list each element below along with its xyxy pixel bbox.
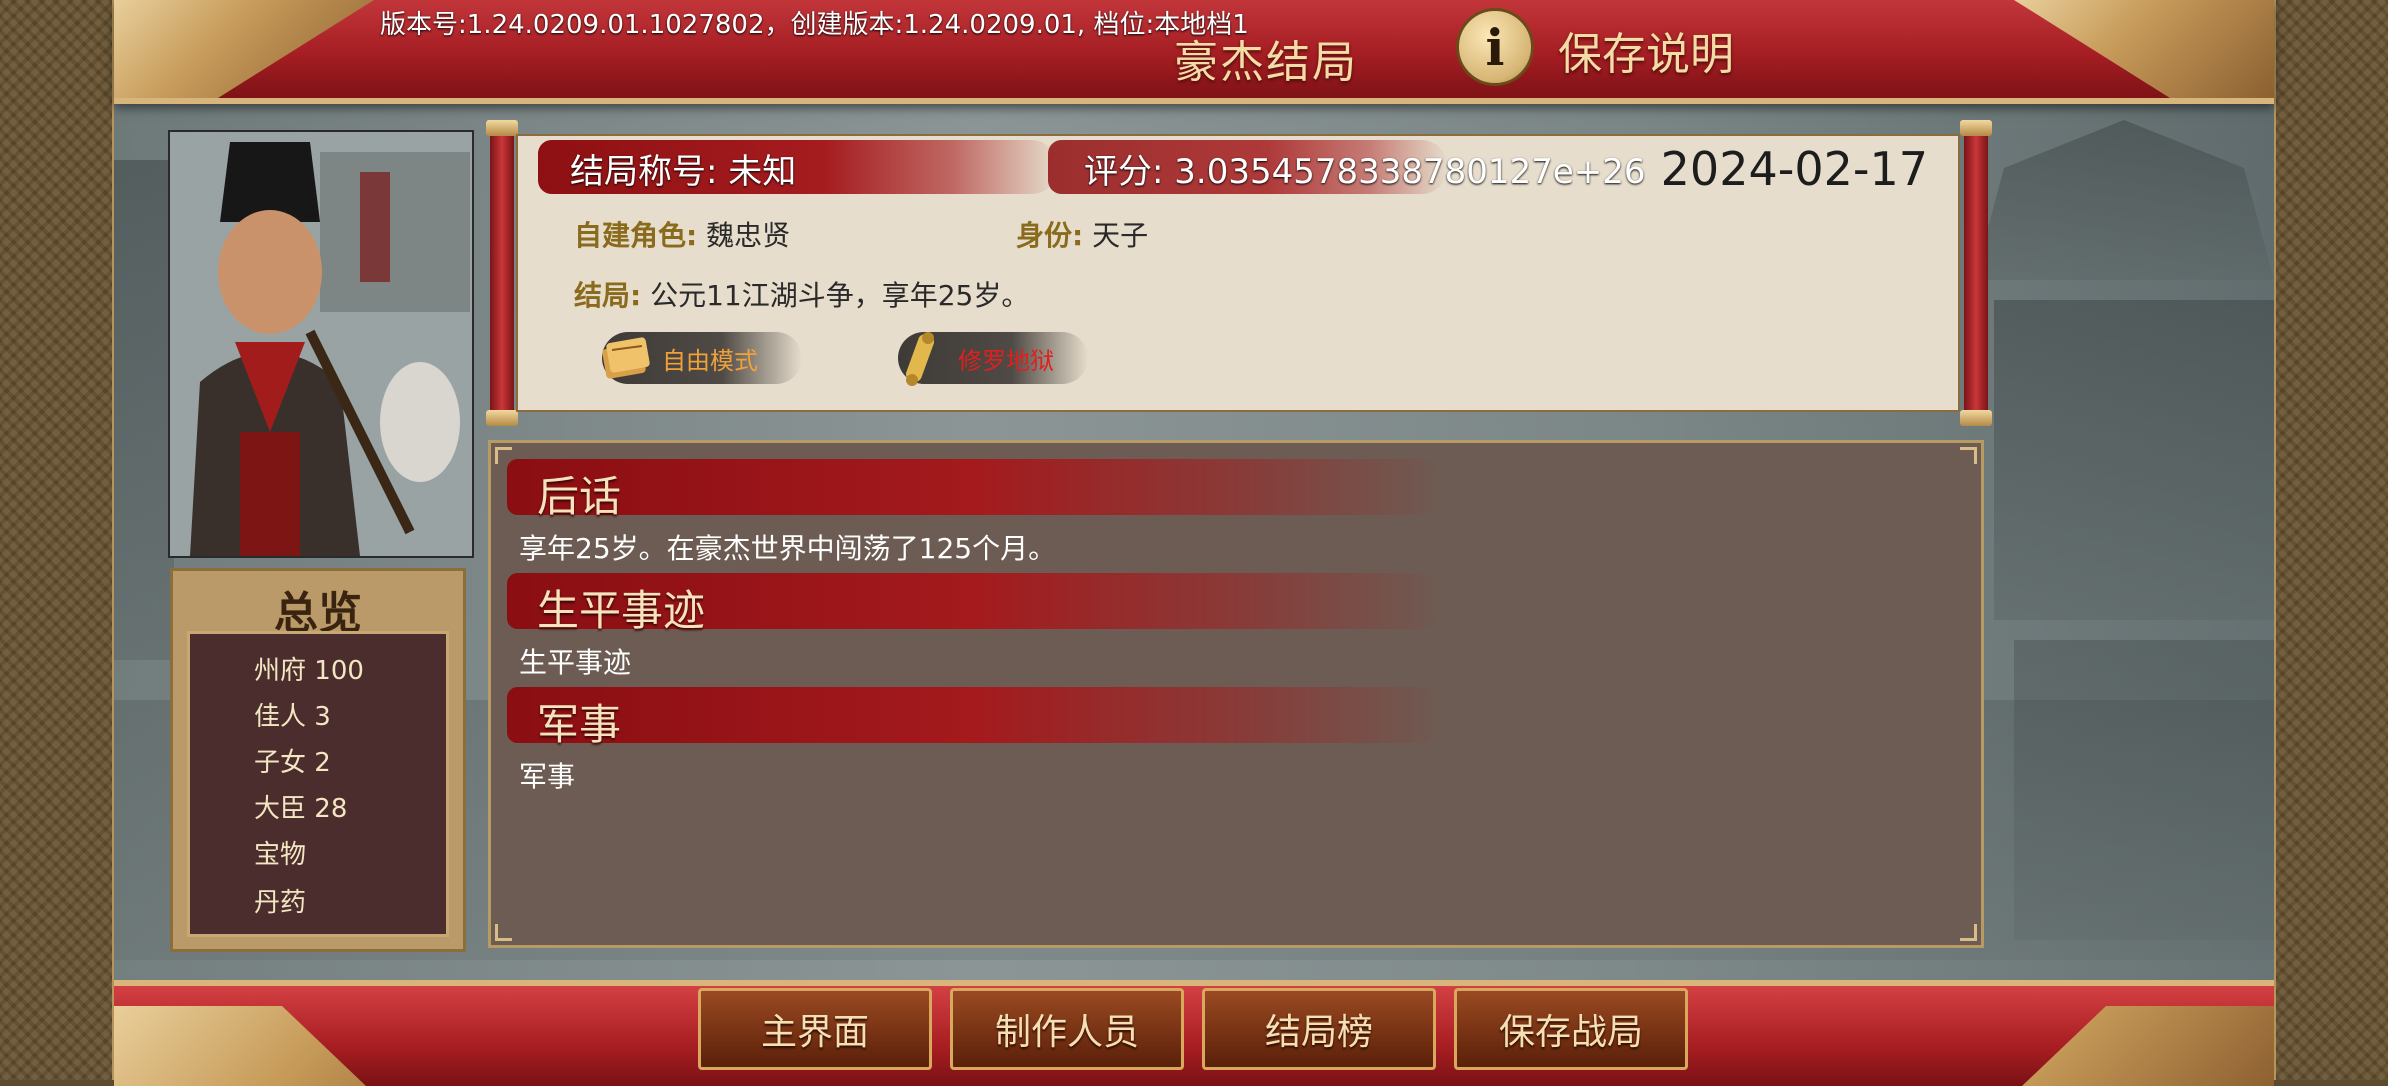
- result-field: 结局: 公元11江湖斗争，享年25岁。: [574, 274, 1029, 314]
- overview-item-label: 丹药: [254, 888, 307, 918]
- left-decorative-border: [0, 0, 116, 1080]
- story-panel: 后话 享年25岁。在豪杰世界中闯荡了125个月。 生平事迹 生平事迹 军事 军事: [488, 440, 1984, 948]
- section-body-afterword: 享年25岁。在豪杰世界中闯荡了125个月。: [519, 532, 1057, 565]
- overview-panel: 总览 州府 100 佳人 3 子女 2 大臣 28 宝物 丹药: [170, 568, 466, 952]
- ending-title-value: 未知: [728, 152, 797, 192]
- section-title: 军事: [537, 700, 622, 749]
- overview-item-danyao: 丹药: [254, 882, 306, 919]
- score-value: 3.0354578338780127e+26: [1174, 152, 1646, 192]
- overview-list: 州府 100 佳人 3 子女 2 大臣 28 宝物 丹药: [187, 631, 449, 937]
- overview-item-zinv: 子女 2: [254, 742, 331, 779]
- ending-info-card: 结局称号: 未知 评分: 3.0354578338780127e+26 2024…: [516, 134, 1960, 412]
- overview-item-label: 宝物: [254, 840, 307, 870]
- overview-item-zhoufu: 州府 100: [254, 650, 364, 687]
- section-header-afterword: 后话: [507, 459, 1447, 521]
- overview-item-dachen: 大臣 28: [254, 788, 347, 825]
- role-field: 自建角色: 魏忠贤: [574, 214, 790, 254]
- difficulty-tag-label: 修罗地狱: [958, 346, 1054, 375]
- character-portrait: [168, 130, 474, 558]
- ending-leaderboard-button[interactable]: 结局榜: [1202, 988, 1436, 1070]
- result-label: 结局:: [574, 279, 642, 312]
- bottom-bar: [114, 980, 2274, 1086]
- section-title: 生平事迹: [537, 586, 706, 635]
- panel-corner: [1960, 447, 1977, 464]
- page-title: 豪杰结局: [1174, 37, 1358, 88]
- overview-item-baowu: 宝物: [254, 834, 306, 871]
- section-header-military: 军事: [507, 687, 1447, 749]
- overview-item-label: 大臣: [254, 794, 307, 824]
- role-label: 自建角色:: [574, 219, 698, 252]
- save-game-button[interactable]: 保存战局: [1454, 988, 1688, 1070]
- section-header-biography: 生平事迹: [507, 573, 1447, 635]
- score-label: 评分:: [1084, 152, 1164, 192]
- credits-button[interactable]: 制作人员: [950, 988, 1184, 1070]
- overview-item-label: 州府: [254, 656, 307, 686]
- overview-item-value: 2: [314, 748, 331, 778]
- ending-title-label: 结局称号:: [570, 152, 718, 192]
- right-decorative-border: [2272, 0, 2388, 1080]
- scroll-icon: [905, 332, 935, 386]
- overview-item-value: 28: [314, 794, 348, 824]
- panel-corner: [495, 924, 512, 941]
- ending-title: 结局称号: 未知: [570, 144, 796, 193]
- score: 评分: 3.0354578338780127e+26: [1084, 144, 1646, 193]
- role-value: 魏忠贤: [706, 219, 791, 252]
- top-banner: 版本号:1.24.0209.01.1027802，创建版本:1.24.0209.…: [114, 0, 2274, 104]
- version-text: 版本号:1.24.0209.01.1027802，创建版本:1.24.0209.…: [380, 10, 1249, 40]
- mode-tag: 自由模式: [602, 332, 802, 384]
- panel-corner: [1960, 924, 1977, 941]
- overview-item-value: 3: [314, 702, 331, 732]
- identity-field: 身份: 天子: [1016, 214, 1148, 254]
- info-icon[interactable]: i: [1456, 8, 1534, 86]
- difficulty-tag: 修罗地狱: [898, 332, 1088, 386]
- scroll-rod-left: [486, 120, 518, 426]
- identity-value: 天子: [1092, 219, 1149, 252]
- section-title: 后话: [537, 472, 622, 521]
- overview-item-label: 佳人: [254, 702, 307, 732]
- ending-date: 2024-02-17: [1660, 142, 1928, 196]
- overview-item-value: 100: [314, 656, 364, 686]
- identity-label: 身份:: [1016, 219, 1084, 252]
- section-body-military: 军事: [519, 760, 576, 793]
- result-value: 公元11江湖斗争，享年25岁。: [650, 279, 1030, 312]
- overview-item-label: 子女: [254, 748, 307, 778]
- mode-tag-label: 自由模式: [662, 346, 758, 375]
- overview-item-jiaren: 佳人 3: [254, 696, 331, 733]
- book-icon: [602, 337, 650, 379]
- portrait-illustration: [170, 132, 472, 556]
- scroll-rod-right: [1960, 120, 1992, 426]
- main-menu-button[interactable]: 主界面: [698, 988, 932, 1070]
- section-body-biography: 生平事迹: [519, 646, 632, 679]
- save-description-button[interactable]: 保存说明: [1558, 18, 1734, 82]
